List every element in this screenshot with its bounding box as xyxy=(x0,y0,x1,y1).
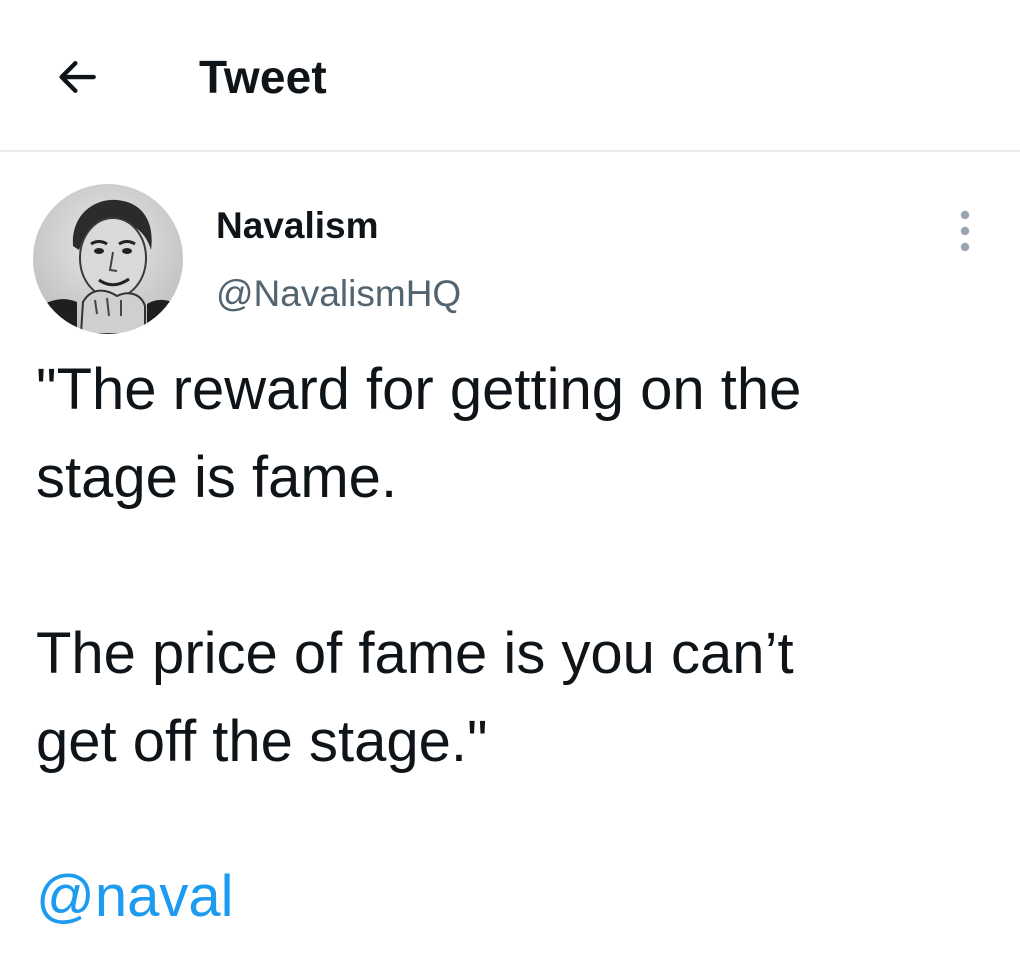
avatar-portrait xyxy=(33,184,183,334)
author-handle[interactable]: @NavalismHQ xyxy=(216,272,461,316)
tweet-text-line: The price of fame is you can’t xyxy=(36,621,794,686)
tweet-page: Tweet Navalism @NavalismHQ "The reward f… xyxy=(0,0,1020,970)
back-button[interactable] xyxy=(44,44,110,110)
arrow-left-icon xyxy=(59,61,96,93)
more-options-button[interactable] xyxy=(942,200,988,262)
avatar[interactable] xyxy=(33,184,183,334)
paragraph-break xyxy=(36,522,996,610)
tweet-text-line: get off the stage." xyxy=(36,709,488,774)
page-title: Tweet xyxy=(199,51,327,103)
tweet-text: "The reward for getting on the stage is … xyxy=(36,346,996,786)
more-vertical-icon xyxy=(960,210,970,252)
mention-link[interactable]: @naval xyxy=(36,860,234,934)
top-bar: Tweet xyxy=(0,0,1020,152)
author-name[interactable]: Navalism xyxy=(216,204,379,248)
tweet-text-line: "The reward for getting on the xyxy=(36,357,802,422)
tweet-text-line: stage is fame. xyxy=(36,445,398,510)
